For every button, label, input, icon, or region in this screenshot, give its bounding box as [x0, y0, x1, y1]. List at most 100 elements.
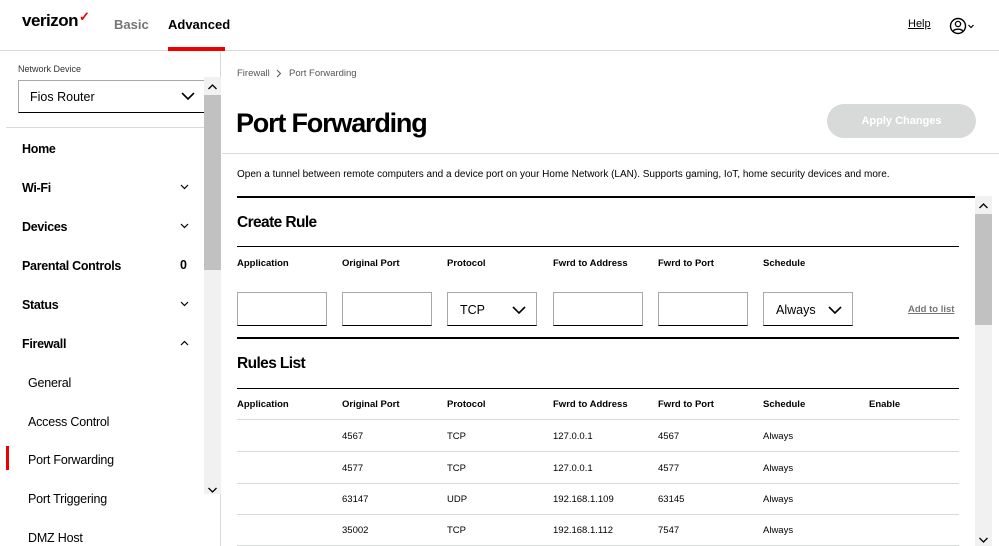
network-device-label: Network Device — [18, 64, 82, 74]
port-forwarding-content: Create Rule Application Original Port Pr… — [222, 196, 975, 546]
sidebar-item-port-triggering[interactable]: Port Triggering — [6, 479, 204, 517]
sidebar-item-label: DMZ Host — [28, 531, 83, 545]
cell-schedule: Always — [763, 431, 794, 442]
table-row[interactable]: 63147 UDP 192.168.1.109 63145 Always — [237, 483, 959, 515]
page-description: Open a tunnel between remote computers a… — [237, 169, 890, 180]
table-row[interactable]: 35002 TCP 192.168.1.112 7547 Always — [237, 514, 959, 546]
chevron-down-icon — [828, 306, 842, 315]
sidebar-item-firewall[interactable]: Firewall — [6, 324, 204, 362]
cell-original-port: 4567 — [342, 431, 364, 442]
apply-changes-button[interactable]: Apply Changes — [827, 104, 976, 138]
chevron-down-icon — [180, 301, 189, 307]
chevron-down-icon — [180, 184, 189, 190]
column-header-fwrd-address: Fwrd to Address — [553, 258, 628, 269]
sidebar-item-access-control[interactable]: Access Control — [6, 402, 204, 440]
cell-fwrd-port: 63145 — [658, 494, 685, 505]
original-port-input[interactable] — [342, 292, 432, 326]
cell-fwrd-port: 4577 — [658, 463, 680, 474]
sidebar-item-label: Parental Controls — [22, 259, 122, 273]
fwrd-address-input[interactable] — [553, 292, 643, 326]
sidebar-item-label: Port Triggering — [28, 492, 107, 506]
sidebar-item-home[interactable]: Home — [6, 129, 204, 167]
chevron-down-icon — [512, 306, 526, 315]
title-divider — [222, 153, 999, 154]
chevron-up-icon — [979, 203, 988, 209]
sidebar-item-dmz-host[interactable]: DMZ Host — [6, 518, 204, 546]
chevron-down-icon — [979, 537, 988, 543]
cell-protocol: TCP — [447, 525, 466, 536]
account-menu[interactable] — [949, 16, 977, 36]
rules-list-divider — [237, 337, 959, 339]
cell-fwrd-address: 127.0.0.1 — [553, 431, 593, 442]
breadcrumb-firewall[interactable]: Firewall — [237, 68, 270, 79]
rules-list-title: Rules List — [237, 355, 306, 372]
protocol-value: TCP — [460, 303, 485, 317]
schedule-select[interactable]: Always — [763, 292, 853, 326]
sidebar-scrollbar-thumb[interactable] — [204, 95, 221, 270]
create-rule-title: Create Rule — [237, 214, 317, 231]
logo-text: verizon — [22, 11, 79, 30]
top-bar: verizon✓ Basic Advanced Help — [0, 0, 999, 51]
cell-original-port: 63147 — [342, 494, 369, 505]
cell-fwrd-address: 127.0.0.1 — [553, 463, 593, 474]
sidebar-item-label: Firewall — [22, 337, 67, 351]
column-header-application: Application — [237, 258, 289, 269]
column-header-schedule: Schedule — [763, 258, 806, 269]
cell-fwrd-port: 7547 — [658, 525, 680, 536]
cell-original-port: 35002 — [342, 525, 369, 536]
cell-original-port: 4577 — [342, 463, 364, 474]
logo-check-mark: ✓ — [79, 9, 90, 24]
column-header-fwrd-port: Fwrd to Port — [658, 399, 714, 410]
sidebar-item-status[interactable]: Status — [6, 285, 204, 323]
cell-schedule: Always — [763, 463, 794, 474]
cell-protocol: TCP — [447, 431, 466, 442]
network-device-select[interactable]: Fios Router — [18, 80, 208, 113]
main-scroll-down-button[interactable] — [975, 532, 992, 546]
chevron-up-icon — [180, 340, 189, 346]
add-to-list-link[interactable]: Add to list — [908, 304, 954, 315]
sidebar-scroll-up-button[interactable] — [204, 79, 221, 95]
column-header-protocol: Protocol — [447, 399, 486, 410]
sidebar-scroll-down-button[interactable] — [204, 482, 221, 498]
fwrd-port-input[interactable] — [658, 292, 748, 326]
cell-fwrd-address: 192.168.1.112 — [553, 525, 614, 536]
table-row[interactable]: 4567 TCP 127.0.0.1 4567 Always — [237, 420, 959, 452]
create-rule-divider — [237, 246, 959, 247]
chevron-down-icon — [181, 92, 195, 101]
sidebar-item-label: Port Forwarding — [28, 453, 114, 467]
breadcrumb-current: Port Forwarding — [289, 68, 357, 79]
sidebar-item-label: Devices — [22, 220, 68, 234]
main-scroll-up-button[interactable] — [975, 198, 992, 214]
table-row[interactable]: 4577 TCP 127.0.0.1 4577 Always — [237, 452, 959, 484]
sidebar-item-port-forwarding[interactable]: Port Forwarding — [6, 440, 204, 478]
sidebar-item-devices[interactable]: Devices — [6, 207, 204, 245]
tab-basic[interactable]: Basic — [114, 17, 149, 32]
main-scrollbar-thumb[interactable] — [975, 214, 992, 325]
network-device-value: Fios Router — [30, 90, 95, 104]
sidebar-item-wifi[interactable]: Wi-Fi — [6, 168, 204, 206]
chevron-right-icon — [276, 69, 282, 78]
sidebar-item-general[interactable]: General — [6, 363, 204, 401]
sidebar-item-label: Wi-Fi — [22, 181, 51, 195]
chevron-up-icon — [208, 84, 217, 90]
tab-advanced[interactable]: Advanced — [168, 17, 230, 32]
rules-table-top-border — [237, 388, 959, 389]
sidebar-item-parental-controls[interactable]: Parental Controls 0 — [6, 246, 204, 284]
sidebar-menu: Home Wi-Fi Devices Parental Controls 0 S… — [6, 129, 204, 546]
column-header-fwrd-address: Fwrd to Address — [553, 399, 628, 410]
column-header-original-port: Original Port — [342, 258, 400, 269]
parental-controls-count-badge: 0 — [180, 258, 187, 272]
user-account-icon — [949, 17, 974, 35]
sidebar: Network Device Fios Router Home Wi-Fi De… — [0, 52, 221, 546]
column-header-enable: Enable — [869, 399, 901, 410]
column-header-schedule: Schedule — [763, 399, 806, 410]
cell-fwrd-address: 192.168.1.109 — [553, 494, 614, 505]
application-input[interactable] — [237, 292, 327, 326]
verizon-logo[interactable]: verizon✓ — [22, 9, 90, 31]
cell-fwrd-port: 4567 — [658, 431, 680, 442]
cell-schedule: Always — [763, 494, 794, 505]
column-header-fwrd-port: Fwrd to Port — [658, 258, 714, 269]
help-link[interactable]: Help — [908, 18, 931, 30]
sidebar-item-label: Status — [22, 298, 59, 312]
protocol-select[interactable]: TCP — [447, 292, 537, 326]
